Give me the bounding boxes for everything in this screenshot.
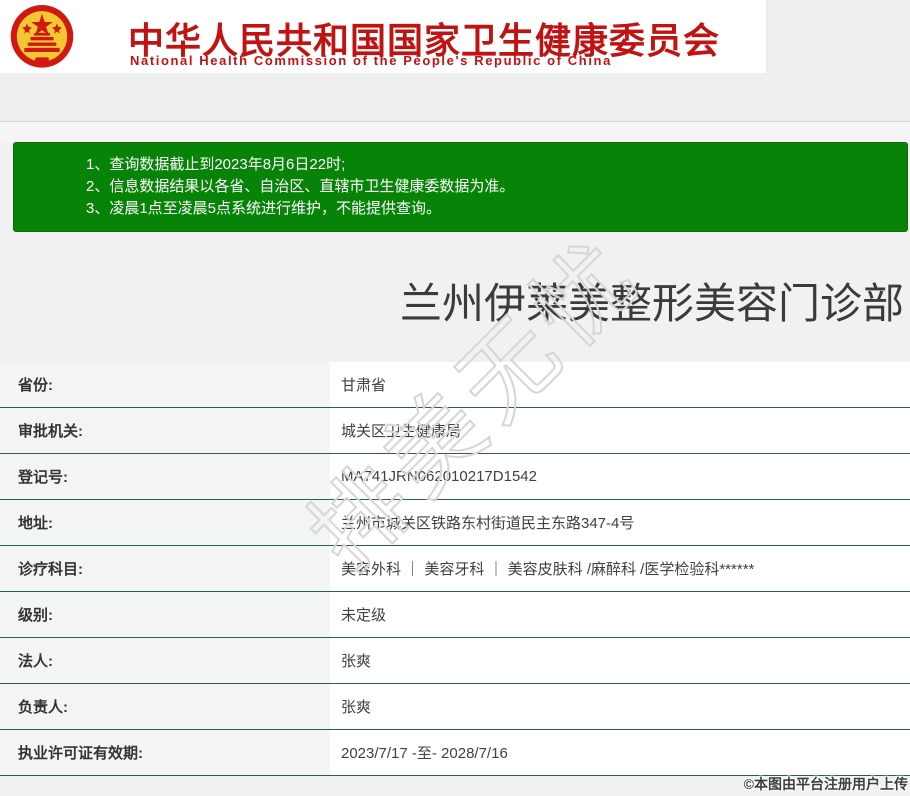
row-label: 登记号: — [0, 454, 330, 499]
institution-name-title: 兰州伊莱美整形美容门诊部 — [399, 280, 904, 327]
row-value: 美容外科 ｜ 美容牙科 ｜ 美容皮肤科 /麻醉科 /医学检验科****** — [330, 546, 910, 591]
row-label: 执业许可证有效期: — [0, 730, 330, 775]
row-label: 负责人: — [0, 684, 330, 729]
row-value: 2023/7/17 -至- 2028/7/16 — [330, 730, 910, 775]
row-label: 省份: — [0, 362, 330, 407]
row-label: 审批机关: — [0, 408, 330, 453]
row-value: 甘肃省 — [330, 362, 910, 407]
row-value: 城关区卫生健康局 — [330, 408, 910, 453]
notice-item-2: 2、信息数据结果以各省、自治区、直辖市卫生健康委数据为准。 — [86, 178, 515, 195]
row-label: 地址: — [0, 500, 330, 545]
table-row-person-in-charge: 负责人: 张爽 — [0, 684, 910, 730]
notice-item-3: 3、凌晨1点至凌晨5点系统进行维护，不能提供查询。 — [86, 200, 442, 217]
license-query-page: 中华人民共和国国家卫生健康委员会 National Health Commiss… — [0, 0, 910, 796]
site-header: 中华人民共和国国家卫生健康委员会 National Health Commiss… — [0, 0, 766, 73]
header-title-en: National Health Commission of the People… — [130, 53, 612, 68]
notice-panel: 1、查询数据截止到2023年8月6日22时; 2、信息数据结果以各省、自治区、直… — [13, 142, 908, 232]
row-value: 张爽 — [330, 638, 910, 683]
notice-item-1: 1、查询数据截止到2023年8月6日22时; — [86, 156, 346, 173]
institution-info-table: 省份: 甘肃省 审批机关: 城关区卫生健康局 登记号: MA741JRN0620… — [0, 362, 910, 776]
table-row-legal-person: 法人: 张爽 — [0, 638, 910, 684]
table-row-license-validity: 执业许可证有效期: 2023/7/17 -至- 2028/7/16 — [0, 730, 910, 776]
row-label: 诊疗科目: — [0, 546, 330, 591]
table-row-address: 地址: 兰州市城关区铁路东村街道民主东路347-4号 — [0, 500, 910, 546]
row-label: 级别: — [0, 592, 330, 637]
row-value: 兰州市城关区铁路东村街道民主东路347-4号 — [330, 500, 910, 545]
subheader-band — [0, 122, 910, 142]
table-row-province: 省份: 甘肃省 — [0, 362, 910, 408]
national-emblem-icon — [10, 5, 74, 68]
table-row-level: 级别: 未定级 — [0, 592, 910, 638]
row-value: 未定级 — [330, 592, 910, 637]
table-row-clinical-departments: 诊疗科目: 美容外科 ｜ 美容牙科 ｜ 美容皮肤科 /麻醉科 /医学检验科***… — [0, 546, 910, 592]
row-label: 法人: — [0, 638, 330, 683]
row-value: 张爽 — [330, 684, 910, 729]
table-row-registration-number: 登记号: MA741JRN062010217D1542 — [0, 454, 910, 500]
table-row-approval-authority: 审批机关: 城关区卫生健康局 — [0, 408, 910, 454]
row-value: MA741JRN062010217D1542 — [330, 454, 910, 499]
copyright-watermark: ©本图由平台注册用户上传 — [743, 776, 908, 792]
